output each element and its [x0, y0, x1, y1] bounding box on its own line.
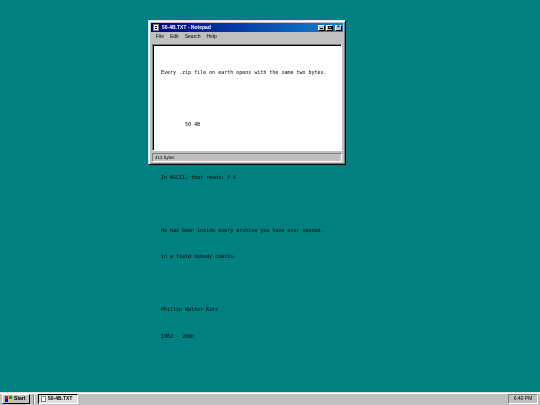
- status-bar: 412 bytes: [152, 153, 342, 162]
- menu-help[interactable]: Help: [204, 34, 220, 40]
- clock[interactable]: 6:40 PM: [514, 396, 533, 402]
- maximize-button[interactable]: [326, 24, 333, 31]
- text-line: in a field nobody checks.: [161, 254, 237, 261]
- menu-edit[interactable]: Edit: [167, 34, 182, 40]
- taskbar-notepad-label: 50-4B.TXT: [48, 396, 73, 402]
- notepad-window[interactable]: 50-4B.TXT - Notepad ✕ File Edit Search H…: [148, 20, 346, 340]
- system-tray: 6:40 PM: [508, 394, 538, 404]
- menu-bar: File Edit Search Help: [151, 32, 343, 42]
- notepad-icon: [153, 24, 159, 31]
- maximize-icon: [328, 25, 332, 29]
- taskbar: Start 50-4B.TXT 6:40 PM: [0, 392, 540, 405]
- text-line: [161, 201, 333, 210]
- minimize-icon: [320, 27, 323, 29]
- minimize-button[interactable]: [318, 24, 325, 31]
- windows-logo-icon: [5, 396, 12, 402]
- title-bar-buttons: ✕: [317, 23, 342, 31]
- notepad-icon: [41, 396, 46, 402]
- taskbar-notepad-button[interactable]: 50-4B.TXT: [38, 394, 78, 404]
- text-line: Phillip Walter Katz: [161, 307, 219, 314]
- text-line: [161, 280, 333, 289]
- start-button[interactable]: Start: [2, 394, 30, 404]
- taskbar-divider: [33, 394, 35, 404]
- text-line: [161, 95, 333, 104]
- menu-file[interactable]: File: [153, 34, 167, 40]
- close-icon: ✕: [336, 23, 341, 30]
- text-line: Every .zip file on earth opens with the …: [161, 69, 327, 76]
- menu-search[interactable]: Search: [182, 34, 204, 40]
- close-button[interactable]: ✕: [335, 23, 342, 31]
- text-line: 50 4B: [161, 122, 201, 129]
- text-line: In ASCII, that reads: P K: [161, 175, 237, 182]
- text-line: He has been inside every archive you hav…: [161, 227, 324, 234]
- title-bar[interactable]: 50-4B.TXT - Notepad ✕: [151, 23, 343, 32]
- start-label: Start: [14, 396, 26, 402]
- text-editor[interactable]: Every .zip file on earth opens with the …: [152, 44, 342, 340]
- window-title: 50-4B.TXT - Notepad: [162, 24, 211, 31]
- text-line: 1962 - 2000: [161, 333, 195, 340]
